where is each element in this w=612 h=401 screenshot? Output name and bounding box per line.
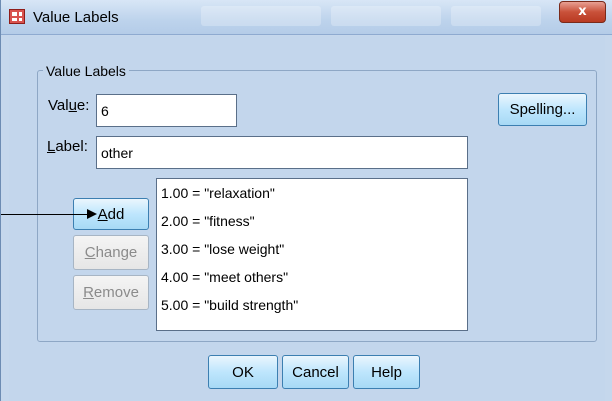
- list-item[interactable]: 3.00 = "lose weight": [161, 241, 284, 257]
- help-button[interactable]: Help: [353, 355, 420, 389]
- title-bar[interactable]: Value Labels x: [1, 0, 612, 35]
- label-input[interactable]: [96, 136, 468, 169]
- group-legend: Value Labels: [43, 63, 129, 79]
- remove-label: emove: [93, 284, 139, 301]
- remove-button[interactable]: Remove: [73, 275, 149, 310]
- add-mnemonic: A: [97, 205, 108, 223]
- value-labels-dialog: Value Labels x Value Labels Value: Spell…: [0, 0, 612, 401]
- background-blur: [451, 6, 541, 26]
- list-item[interactable]: 5.00 = "build strength": [161, 297, 298, 313]
- change-mnemonic: C: [84, 244, 96, 261]
- value-field-label: Value:: [48, 97, 90, 114]
- value-labels-list[interactable]: 1.00 = "relaxation" 2.00 = "fitness" 3.0…: [156, 178, 468, 331]
- spss-grid-icon: [9, 9, 25, 24]
- value-input[interactable]: [96, 94, 237, 127]
- close-button[interactable]: x: [559, 1, 606, 23]
- window-title: Value Labels: [33, 9, 119, 26]
- ok-button[interactable]: OK: [208, 355, 278, 389]
- list-item[interactable]: 1.00 = "relaxation": [161, 185, 275, 201]
- add-label: dd: [107, 205, 125, 223]
- list-item[interactable]: 4.00 = "meet others": [161, 269, 288, 285]
- cancel-button[interactable]: Cancel: [282, 355, 349, 389]
- spelling-button[interactable]: Spelling...: [498, 93, 587, 126]
- background-blur: [201, 6, 321, 26]
- annotation-arrow-head: [87, 209, 97, 219]
- label-field-label: Label:: [47, 138, 88, 155]
- remove-mnemonic: R: [83, 284, 94, 301]
- change-button[interactable]: Change: [73, 235, 149, 270]
- background-blur: [331, 6, 441, 26]
- annotation-arrow-line: [1, 214, 91, 215]
- list-item[interactable]: 2.00 = "fitness": [161, 213, 255, 229]
- change-label: hange: [95, 244, 138, 261]
